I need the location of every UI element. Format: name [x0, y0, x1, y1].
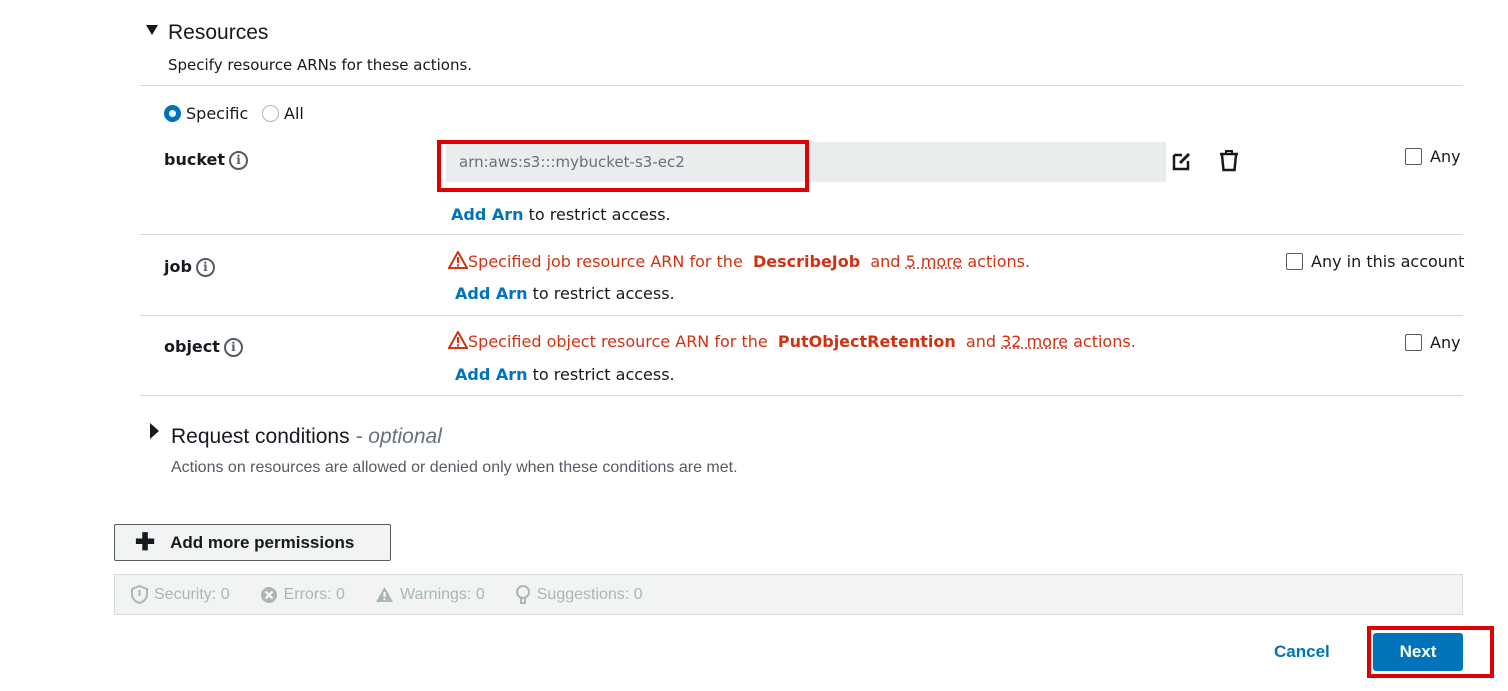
- object-label: object: [164, 337, 220, 356]
- status-warnings: Warnings: 0: [375, 586, 485, 604]
- job-warning: Specified job resource ARN for the Descr…: [448, 251, 1030, 271]
- object-warning: Specified object resource ARN for the Pu…: [448, 331, 1136, 351]
- object-add-arn-row: Add Arn to restrict access.: [455, 365, 675, 384]
- info-icon[interactable]: i: [229, 151, 249, 170]
- object-any-label: Any: [1430, 333, 1461, 352]
- status-errors: Errors: 0: [260, 586, 345, 604]
- object-more-actions-link[interactable]: 32 more: [1001, 332, 1068, 351]
- plus-icon: ✚: [135, 528, 156, 556]
- job-more-actions-link[interactable]: 5 more: [906, 252, 963, 271]
- bucket-label-row: bucket i: [164, 150, 249, 170]
- bucket-add-arn-row: Add Arn to restrict access.: [451, 205, 671, 224]
- radio-specific-icon[interactable]: [164, 105, 181, 122]
- job-add-arn-link[interactable]: Add Arn: [455, 284, 528, 303]
- object-warning-prefix: Specified object resource ARN for the: [468, 332, 768, 351]
- highlight-box-arn: [437, 140, 809, 192]
- checkbox[interactable]: [1286, 253, 1303, 270]
- expand-caret-icon[interactable]: [150, 423, 159, 439]
- radio-all-icon[interactable]: [262, 105, 279, 122]
- validation-status-bar: Security: 0 Errors: 0 Warnings: 0 Sugges…: [114, 574, 1463, 615]
- info-icon[interactable]: i: [223, 338, 243, 357]
- error-icon: [260, 586, 277, 603]
- radio-specific[interactable]: Specific: [164, 104, 248, 123]
- job-restrict-text: to restrict access.: [532, 284, 675, 303]
- edit-icon[interactable]: [1172, 151, 1192, 171]
- status-suggestions: Suggestions: 0: [515, 584, 643, 605]
- job-any-account-checkbox[interactable]: Any in this account: [1286, 251, 1464, 271]
- request-conditions-label: Request conditions: [171, 425, 350, 448]
- object-add-arn-link[interactable]: Add Arn: [455, 365, 528, 384]
- optional-label: - optional: [355, 425, 442, 448]
- highlight-box-next: [1367, 626, 1494, 678]
- shield-icon: [131, 585, 148, 604]
- checkbox[interactable]: [1405, 334, 1422, 351]
- trash-icon[interactable]: [1219, 150, 1239, 172]
- object-restrict-text: to restrict access.: [532, 365, 675, 384]
- job-warning-prefix: Specified job resource ARN for the: [468, 252, 743, 271]
- add-more-permissions-button[interactable]: ✚ Add more permissions: [114, 524, 391, 561]
- job-any-label: Any in this account: [1311, 252, 1465, 271]
- job-warning-action: DescribeJob: [752, 252, 861, 271]
- bucket-label: bucket: [164, 150, 226, 169]
- bucket-any-label: Any: [1430, 147, 1461, 166]
- status-security: Security: 0: [131, 585, 230, 604]
- info-icon[interactable]: i: [195, 258, 215, 277]
- warning-icon: [448, 331, 468, 349]
- bucket-any-checkbox[interactable]: Any: [1405, 146, 1461, 166]
- warning-icon: [448, 251, 468, 269]
- add-more-permissions-label: Add more permissions: [170, 532, 355, 552]
- divider: [140, 395, 1463, 396]
- radio-all-label: All: [284, 104, 304, 123]
- object-any-checkbox[interactable]: Any: [1405, 332, 1461, 352]
- radio-all[interactable]: All: [262, 104, 304, 123]
- bucket-restrict-text: to restrict access.: [528, 205, 671, 224]
- bucket-add-arn-link[interactable]: Add Arn: [451, 205, 524, 224]
- job-warning-suffix: actions.: [967, 252, 1031, 271]
- radio-specific-label: Specific: [186, 104, 249, 123]
- status-errors-text: Errors: 0: [283, 585, 345, 603]
- cancel-button[interactable]: Cancel: [1274, 642, 1330, 662]
- request-conditions-title[interactable]: Request conditions - optional: [171, 425, 442, 449]
- status-warnings-text: Warnings: 0: [399, 585, 485, 603]
- job-label-row: job i: [164, 257, 215, 277]
- status-suggestions-text: Suggestions: 0: [536, 585, 643, 603]
- job-warning-and: and: [870, 252, 901, 271]
- job-label: job: [164, 257, 192, 276]
- divider: [140, 85, 1463, 86]
- checkbox[interactable]: [1405, 148, 1422, 165]
- job-add-arn-row: Add Arn to restrict access.: [455, 284, 675, 303]
- divider: [140, 234, 1463, 235]
- resources-description: Specify resource ARNs for these actions.: [168, 56, 473, 74]
- resources-title: Resources: [168, 21, 269, 44]
- object-warning-suffix: actions.: [1073, 332, 1136, 351]
- lightbulb-icon: [515, 584, 530, 604]
- request-conditions-description: Actions on resources are allowed or deni…: [171, 459, 738, 476]
- divider: [140, 315, 1463, 316]
- object-warning-action: PutObjectRetention: [777, 332, 956, 351]
- collapse-caret-icon[interactable]: [146, 25, 158, 35]
- status-security-text: Security: 0: [154, 585, 230, 603]
- object-warning-and: and: [965, 332, 997, 351]
- object-label-row: object i: [164, 337, 243, 357]
- warning-icon: [375, 587, 393, 602]
